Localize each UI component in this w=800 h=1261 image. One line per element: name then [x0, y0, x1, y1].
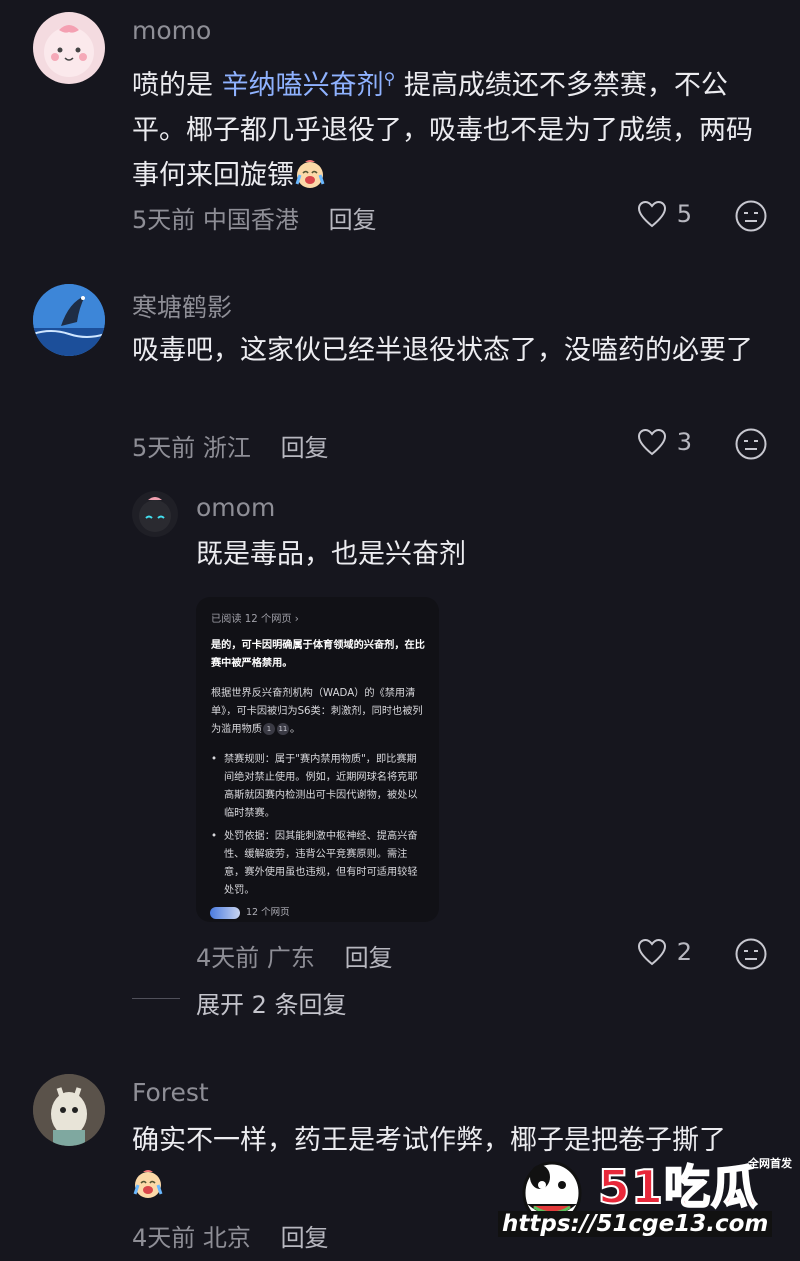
- expand-replies-button[interactable]: 展开 2 条回复: [196, 985, 347, 1020]
- like-count: 2: [676, 938, 692, 966]
- like-button[interactable]: 3: [637, 428, 692, 456]
- heart-icon: [637, 938, 666, 966]
- watermark: 51吃瓜 全网首发 https://51cge13.com: [498, 1145, 796, 1255]
- bullet-dot: •: [211, 754, 218, 765]
- source-favicons-icon: [210, 907, 240, 919]
- ref-number: 1: [262, 723, 275, 735]
- watermark-brand: 51吃瓜: [597, 1159, 759, 1215]
- reply-button[interactable]: 回复: [345, 944, 393, 972]
- dislike-button[interactable]: [734, 427, 768, 465]
- comment-text: 喷的是 辛纳嗑兴奋剂⚲ 提高成绩还不多禁赛，不公平。椰子都几乎退役了，吸毒也不是…: [132, 56, 762, 198]
- read-pages-header: 已阅读 12 个网页 ›: [211, 614, 299, 625]
- ref-number: 11: [276, 723, 289, 735]
- avatar[interactable]: [33, 284, 105, 356]
- comment-meta: 5天前 浙江 回复: [132, 428, 329, 463]
- bullet-penalty: 处罚依据：因其能刺激中枢神经、提高兴奋性、缓解疲劳，违背公平竞赛原则。需注意，赛…: [224, 831, 418, 896]
- like-button[interactable]: 2: [637, 938, 692, 966]
- watermark-tag: 全网首发: [748, 1157, 792, 1170]
- answer-summary: 是的，可卡因明确属于体育领域的兴奋剂，在比赛中被严格禁用。: [211, 637, 426, 673]
- attached-image[interactable]: 已阅读 12 个网页 › 是的，可卡因明确属于体育领域的兴奋剂，在比赛中被严格禁…: [196, 597, 439, 922]
- like-count: 3: [676, 428, 692, 456]
- like-button[interactable]: 5: [637, 200, 692, 228]
- answer-summary-text: 是的，可卡因明确属于体育领域的兴奋剂，在比赛中被严格禁用。: [211, 640, 425, 669]
- bullet-dot: •: [211, 831, 218, 842]
- dislike-button[interactable]: [734, 937, 768, 975]
- reply-button[interactable]: 回复: [281, 1224, 329, 1252]
- comment-meta: 5天前 中国香港 回复: [132, 200, 377, 235]
- comment-text: 既是毒品，也是兴奋剂: [196, 539, 466, 570]
- comment-location: 中国香港: [202, 206, 299, 234]
- avatar[interactable]: [33, 1074, 105, 1146]
- meh-face-icon: [735, 938, 767, 970]
- crying-laugh-emoji-icon: [132, 1168, 164, 1200]
- comment-meta: 4天前 北京 回复: [132, 1218, 329, 1253]
- divider: [132, 998, 180, 999]
- meh-face-icon: [735, 200, 767, 232]
- avatar[interactable]: [33, 12, 105, 84]
- dislike-button[interactable]: [734, 199, 768, 237]
- like-count: 5: [676, 200, 692, 228]
- comment-time: 4天前: [132, 1224, 196, 1252]
- comment-time: 4天前: [196, 944, 260, 972]
- comment-time: 5天前: [132, 206, 196, 234]
- heart-icon: [637, 200, 666, 228]
- comment-text: 吸毒吧，这家伙已经半退役状态了，没嗑药的必要了: [132, 335, 753, 366]
- heart-icon: [637, 428, 666, 456]
- crying-laugh-emoji-icon: [294, 158, 326, 190]
- comment-meta: 4天前 广东 回复: [196, 938, 393, 973]
- search-icon[interactable]: ⚲: [384, 69, 396, 88]
- comment-text-part: 喷的是: [132, 70, 222, 101]
- comment-location: 北京: [202, 1224, 251, 1252]
- comment-location: 浙江: [202, 434, 251, 462]
- sources-count: 12 个网页: [246, 907, 290, 918]
- username[interactable]: momo: [132, 16, 211, 45]
- bullet-rules: 禁赛规则：属于"赛内禁用物质"，即比赛期间绝对禁止使用。例如，近期网球名将克耶高…: [224, 754, 418, 819]
- avatar[interactable]: [132, 491, 178, 537]
- username[interactable]: 寒塘鹤影: [132, 288, 232, 324]
- reply-button[interactable]: 回复: [329, 206, 377, 234]
- username[interactable]: omom: [196, 493, 275, 522]
- sources-chip[interactable]: 12 个网页: [210, 904, 290, 922]
- meh-face-icon: [735, 428, 767, 460]
- answer-paragraph: 根据世界反兴奋剂机构（WADA）的《禁用清单》，可卡因被归为S6类：刺激剂，同时…: [211, 688, 423, 735]
- comment-time: 5天前: [132, 434, 196, 462]
- answer-paragraph-text: 根据世界反兴奋剂机构（WADA）的《禁用清单》，可卡因被归为S6类：刺激剂，同时…: [211, 688, 423, 735]
- search-link[interactable]: 辛纳嗑兴奋剂: [222, 70, 384, 101]
- watermark-url: https://51cge13.com: [498, 1211, 773, 1237]
- comment-location: 广东: [266, 944, 315, 972]
- username[interactable]: Forest: [132, 1078, 209, 1107]
- reply-button[interactable]: 回复: [281, 434, 329, 462]
